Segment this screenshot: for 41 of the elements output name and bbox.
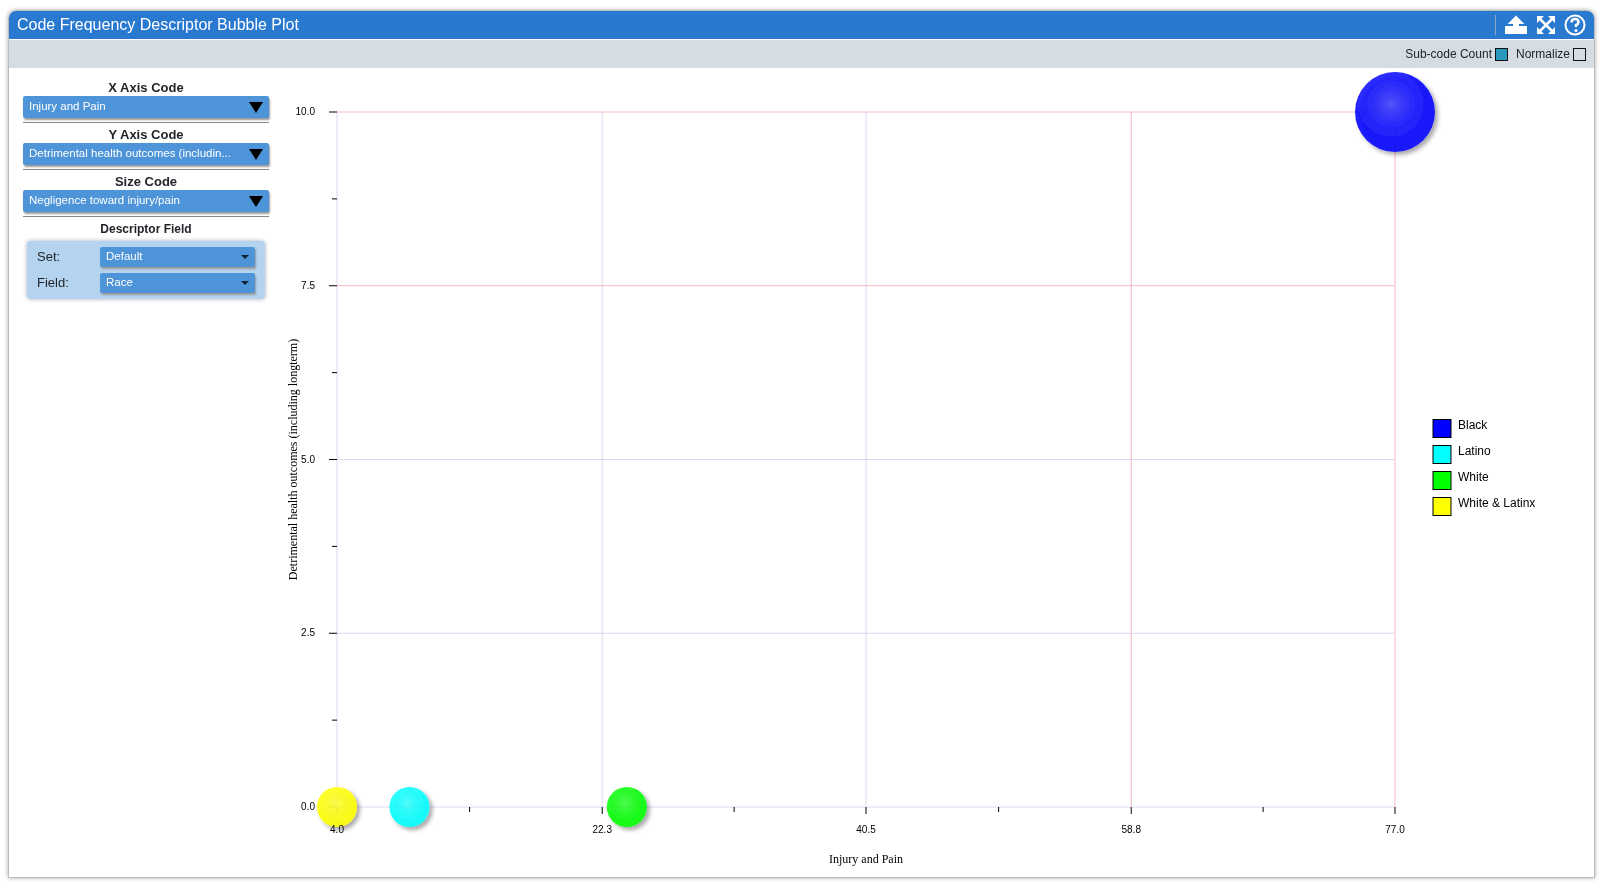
tick-label: 4.0 [330, 824, 344, 835]
tick-label: 5.0 [301, 453, 315, 465]
tick-label: 40.5 [856, 824, 876, 835]
tick-label: 10.0 [295, 106, 315, 117]
option-label: Sub-code Count [1405, 46, 1492, 63]
tick-label: 0.0 [301, 801, 315, 812]
option-label: Normalize [1516, 46, 1570, 63]
control-label: Size Code [113, 174, 179, 190]
tick-label: 77.0 [1385, 824, 1405, 835]
caret-icon [241, 281, 249, 285]
fullscreen-icon[interactable] [1536, 15, 1556, 35]
caret-icon [241, 255, 249, 259]
tick-label: 7.5 [301, 279, 315, 291]
upload-icon[interactable] [1504, 15, 1528, 35]
checkbox[interactable] [1573, 47, 1586, 61]
field-label: Field: [37, 274, 69, 293]
legend-label: Latino [1458, 443, 1491, 458]
caret-icon [249, 101, 263, 113]
caret-icon [249, 148, 263, 160]
dropdown[interactable]: Race [100, 273, 255, 293]
window-title: Code Frequency Descriptor Bubble Plot [17, 15, 299, 35]
legend-label: White & Latinx [1458, 495, 1536, 510]
help-icon[interactable] [1564, 14, 1586, 36]
legend-label: Black [1458, 417, 1488, 432]
dropdown[interactable]: Negligence toward injury/pain [23, 190, 269, 212]
axis-title: Injury and Pain [829, 852, 903, 866]
control-label: Descriptor Field [99, 221, 193, 237]
tick-label: 2.5 [301, 627, 315, 639]
control-label: X Axis Code [107, 80, 185, 96]
caret-icon [249, 195, 263, 207]
checkbox[interactable] [1495, 47, 1508, 61]
control-label: Y Axis Code [107, 127, 185, 143]
legend-label: White [1458, 469, 1489, 484]
tick-label: 58.8 [1121, 824, 1141, 835]
axis-title: Detrimental health outcomes (including longterm) [286, 338, 300, 581]
dropdown[interactable]: Default [100, 247, 255, 267]
toolbar-divider [1495, 15, 1496, 35]
field-label: Set: [37, 248, 61, 267]
dropdown[interactable]: Detrimental health outcomes (includin... [23, 143, 269, 165]
dropdown[interactable]: Injury and Pain [23, 96, 269, 118]
tick-label: 22.3 [592, 824, 612, 835]
